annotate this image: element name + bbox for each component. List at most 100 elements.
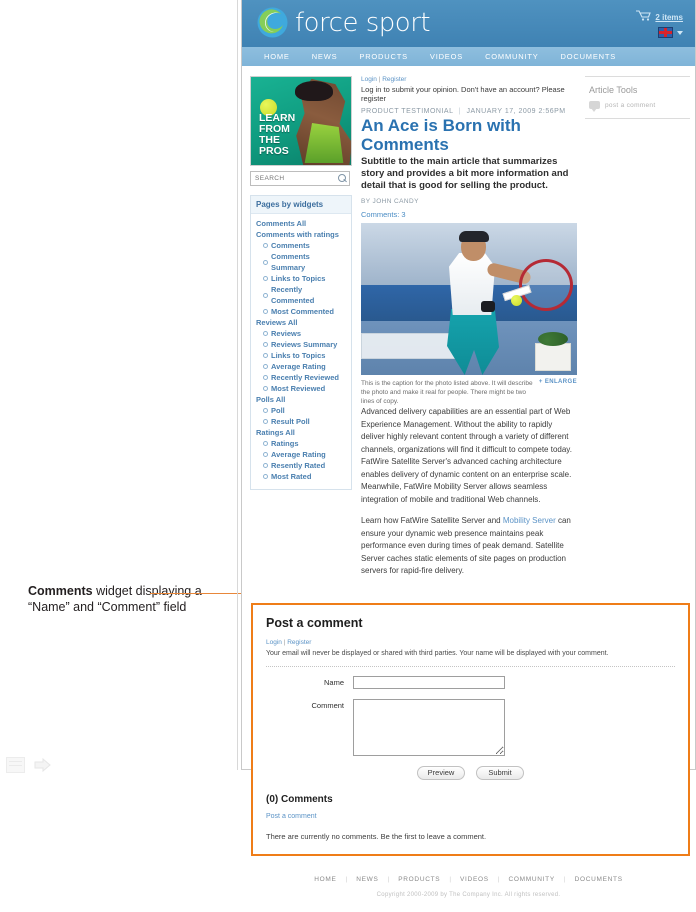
- list-item[interactable]: Comments: [256, 240, 346, 251]
- list-item[interactable]: Links to Topics: [256, 350, 346, 361]
- list-item[interactable]: Result Poll: [256, 416, 346, 427]
- footer-item-home[interactable]: HOME: [305, 876, 345, 883]
- list-item[interactable]: Average Rating: [256, 361, 346, 372]
- footer-item-videos[interactable]: VIDEOS: [451, 876, 498, 883]
- left-sidebar: LEARN FROM THE PROS Pages by widgets Com…: [250, 76, 352, 587]
- promo-banner[interactable]: LEARN FROM THE PROS: [250, 76, 352, 166]
- list-item[interactable]: Recently Reviewed: [256, 372, 346, 383]
- sidebar-item-average-rating[interactable]: Average Rating: [271, 449, 326, 460]
- sidebar-item-resently-rated[interactable]: Resently Rated: [271, 460, 325, 471]
- flag-icon: [658, 27, 673, 38]
- bullet-icon: [263, 342, 268, 347]
- list-item[interactable]: Average Rating: [256, 449, 346, 460]
- article-byline: BY JOHN CANDY: [361, 198, 419, 205]
- page-content: LEARN FROM THE PROS Pages by widgets Com…: [242, 67, 695, 587]
- preview-button[interactable]: Preview: [417, 765, 465, 780]
- list-item[interactable]: Resently Rated: [256, 460, 346, 471]
- footer-item-documents[interactable]: DOCUMENTS: [566, 876, 632, 883]
- search-box[interactable]: [250, 171, 350, 186]
- article-tools-title: Article Tools: [589, 85, 638, 95]
- list-item[interactable]: Recently Commented: [256, 284, 346, 306]
- search-input[interactable]: [251, 174, 335, 183]
- sidebar-item-comments[interactable]: Comments: [271, 240, 310, 251]
- annotation-callout: Comments widget displaying a “Name” and …: [28, 583, 233, 615]
- sidebar-item-comments-summary[interactable]: Comments Summary: [271, 251, 346, 273]
- sidebar-item-reviews-summary[interactable]: Reviews Summary: [271, 339, 337, 350]
- mobility-server-link[interactable]: Mobility Server: [503, 516, 556, 525]
- article-comments-count[interactable]: Comments: 3: [361, 210, 577, 219]
- bullet-icon: [263, 419, 268, 424]
- nav-item-home[interactable]: HOME: [264, 52, 290, 61]
- sidebar-item-average-rating-reviews[interactable]: Average Rating: [271, 361, 326, 372]
- article-paragraph-2: Learn how FatWire Satellite Server and M…: [361, 515, 577, 578]
- nav-item-products[interactable]: PRODUCTS: [359, 52, 408, 61]
- list-item[interactable]: Comments Summary: [256, 251, 346, 273]
- bullet-icon: [263, 331, 268, 336]
- sidebar-group-ratings-all[interactable]: Ratings All: [256, 427, 346, 438]
- list-item[interactable]: Poll: [256, 405, 346, 416]
- register-link[interactable]: Register: [382, 76, 406, 83]
- cart-widget[interactable]: 2 items: [636, 8, 683, 26]
- comment-textarea[interactable]: [353, 698, 505, 756]
- name-input[interactable]: [353, 675, 505, 689]
- no-comments-message: There are currently no comments. Be the …: [266, 831, 487, 841]
- comment-register-link[interactable]: Register: [287, 639, 311, 646]
- nav-item-videos[interactable]: VIDEOS: [430, 52, 463, 61]
- list-item[interactable]: Most Rated: [256, 471, 346, 482]
- sidebar-item-result-poll[interactable]: Result Poll: [271, 416, 310, 427]
- logo-text: force sport: [295, 7, 431, 38]
- sidebar-item-links-to-topics-reviews[interactable]: Links to Topics: [271, 350, 325, 361]
- comments-widget: Post a comment Login | Register Your ema…: [251, 602, 690, 856]
- post-a-comment-link[interactable]: Post a comment: [266, 813, 317, 820]
- sidebar-group-polls-all[interactable]: Polls All: [256, 394, 346, 405]
- sidebar-item-most-reviewed[interactable]: Most Reviewed: [271, 383, 325, 394]
- comment-field-row: Comment: [266, 698, 675, 756]
- sidebar-item-recently-reviewed[interactable]: Recently Reviewed: [271, 372, 339, 383]
- bullet-icon: [263, 243, 268, 248]
- article-paragraph-1: Advanced delivery capabilities are an es…: [361, 407, 572, 504]
- footer-navigation: HOME | NEWS | PRODUCTS | VIDEOS | COMMUNITY |…: [242, 876, 695, 883]
- nav-item-news[interactable]: NEWS: [312, 52, 338, 61]
- list-item[interactable]: Reviews Summary: [256, 339, 346, 350]
- enlarge-link[interactable]: + ENLARGE: [539, 379, 577, 385]
- sidebar-item-recently-commented[interactable]: Recently Commented: [271, 284, 346, 306]
- footer-item-products[interactable]: PRODUCTS: [389, 876, 449, 883]
- list-item[interactable]: Most Reviewed: [256, 383, 346, 394]
- sidebar-item-most-rated[interactable]: Most Rated: [271, 471, 311, 482]
- nav-item-community[interactable]: COMMUNITY: [485, 52, 538, 61]
- list-item[interactable]: Links to Topics: [256, 273, 346, 284]
- name-field-label: Name: [323, 677, 344, 687]
- list-item[interactable]: Ratings: [256, 438, 346, 449]
- sidebar-item-poll[interactable]: Poll: [271, 405, 285, 416]
- login-link[interactable]: Login: [361, 76, 377, 83]
- bullet-icon: [263, 309, 268, 314]
- language-selector[interactable]: [658, 27, 683, 38]
- sidebar-group-reviews-all[interactable]: Reviews All: [256, 317, 346, 328]
- sidebar-item-ratings[interactable]: Ratings: [271, 438, 299, 449]
- arrow-right-icon: [34, 757, 52, 773]
- widget-panel-title: Pages by widgets: [251, 196, 351, 214]
- sidebar-group-comments-all[interactable]: Comments All: [256, 218, 346, 229]
- article-tools-post-comment[interactable]: post a comment: [589, 101, 690, 112]
- bullet-icon: [263, 292, 268, 298]
- footer-item-community[interactable]: COMMUNITY: [499, 876, 563, 883]
- site-logo[interactable]: force sport: [257, 7, 431, 38]
- sidebar-group-comments-with-ratings[interactable]: Comments with ratings: [256, 229, 346, 240]
- list-item[interactable]: Reviews: [256, 328, 346, 339]
- sidebar-item-most-commented[interactable]: Most Commented: [271, 306, 334, 317]
- cart-item-count: 2 items: [655, 12, 683, 22]
- sidebar-item-links-to-topics-comments[interactable]: Links to Topics: [271, 273, 325, 284]
- submit-button[interactable]: Submit: [476, 765, 524, 780]
- speech-bubble-icon: [589, 101, 600, 112]
- footer-item-news[interactable]: NEWS: [347, 876, 387, 883]
- magnifier-icon[interactable]: [335, 172, 349, 185]
- comment-login-link[interactable]: Login: [266, 639, 282, 646]
- nav-item-documents[interactable]: DOCUMENTS: [561, 52, 617, 61]
- hero-planter: [535, 332, 571, 371]
- list-item[interactable]: Most Commented: [256, 306, 346, 317]
- article-subtitle: Subtitle to the main article that summar…: [361, 156, 569, 191]
- comment-field-label: Comment: [311, 700, 344, 710]
- hero-photo[interactable]: [361, 223, 577, 375]
- comment-auth-separator: |: [283, 638, 286, 646]
- sidebar-item-reviews[interactable]: Reviews: [271, 328, 301, 339]
